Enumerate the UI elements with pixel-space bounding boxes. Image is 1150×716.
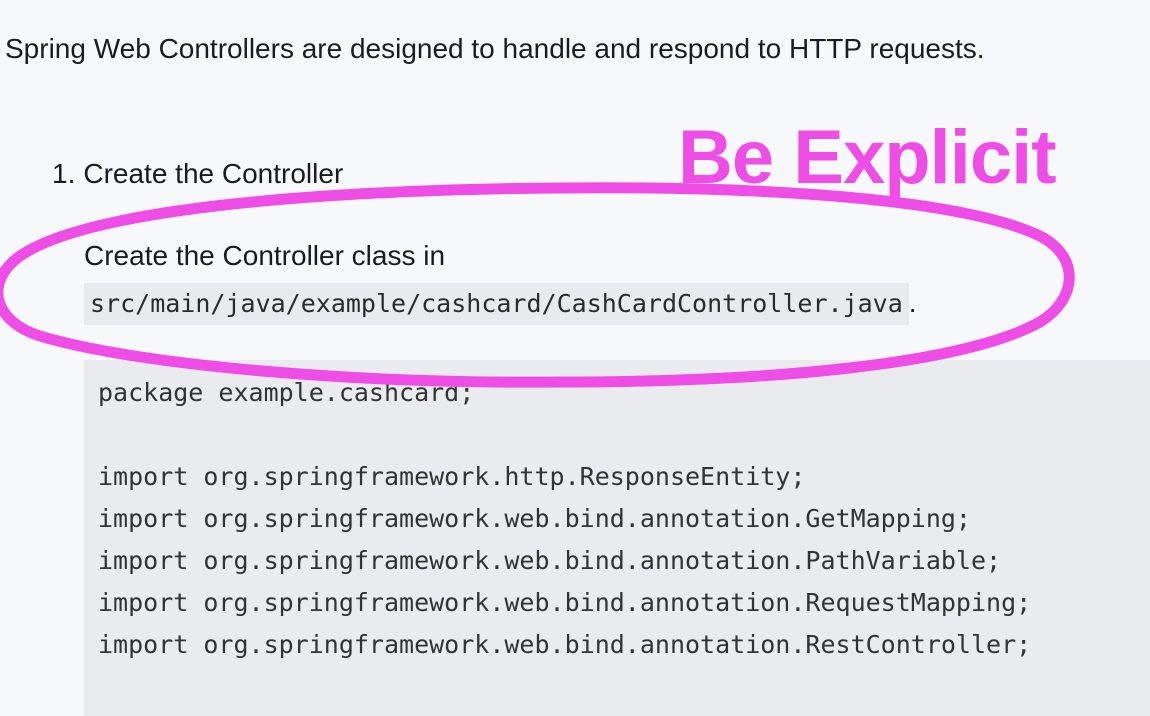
- code-line: import org.springframework.web.bind.anno…: [98, 630, 1032, 659]
- file-path-code: src/main/java/example/cashcard/CashCardC…: [84, 283, 909, 325]
- code-line: import org.springframework.http.Response…: [98, 462, 806, 491]
- step-title: Create the Controller: [83, 158, 344, 189]
- instruction-text: Create the Controller class in: [84, 240, 446, 271]
- code-line: import org.springframework.web.bind.anno…: [98, 546, 1002, 575]
- code-line: import org.springframework.web.bind.anno…: [98, 588, 1032, 617]
- code-line: @RestController: [98, 708, 1150, 716]
- instruction-path-line: src/main/java/example/cashcard/CashCardC…: [84, 282, 917, 325]
- code-line: import org.springframework.web.bind.anno…: [98, 504, 971, 533]
- annotation-label: Be Explicit: [678, 115, 1057, 200]
- code-block: package example.cashcard; import org.spri…: [84, 360, 1150, 716]
- step-number: 1.: [52, 158, 76, 189]
- code-line: package example.cashcard;: [98, 378, 475, 407]
- intro-paragraph: Spring Web Controllers are designed to h…: [5, 33, 985, 64]
- code-content: package example.cashcard; import org.spri…: [84, 360, 1150, 716]
- step-heading: 1. Create the Controller: [52, 152, 343, 196]
- instruction-trailing-period: .: [908, 287, 917, 318]
